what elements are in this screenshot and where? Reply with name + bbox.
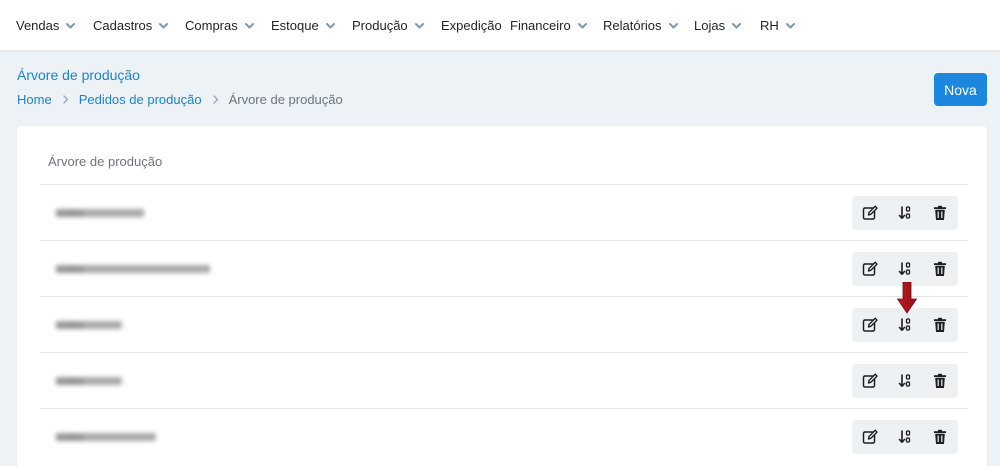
chevron-down-icon bbox=[668, 20, 679, 31]
nav-item-label: Lojas bbox=[694, 17, 726, 33]
edit-button[interactable] bbox=[853, 252, 887, 286]
nav-item-label: Expedição bbox=[441, 17, 502, 33]
edit-button[interactable] bbox=[853, 308, 887, 342]
sort-icon bbox=[898, 429, 912, 445]
chevron-right-icon bbox=[211, 94, 220, 105]
trash-icon bbox=[933, 317, 947, 333]
delete-button[interactable] bbox=[923, 308, 957, 342]
nav-item-compras[interactable]: Compras bbox=[185, 15, 255, 35]
production-tree-card: Árvore de produção redacted redacted red… bbox=[17, 126, 987, 466]
redacted-item-name[interactable]: redacted bbox=[56, 209, 144, 217]
sort-button[interactable] bbox=[888, 196, 922, 230]
table-column-header: Árvore de produção bbox=[48, 154, 163, 169]
annotation-arrow-icon bbox=[896, 281, 918, 314]
sort-icon bbox=[898, 205, 912, 221]
chevron-down-icon bbox=[325, 20, 336, 31]
table-row: redacted bbox=[40, 353, 968, 409]
sort-icon bbox=[898, 317, 912, 333]
nav-item-relatorios[interactable]: Relatórios bbox=[603, 15, 679, 35]
trash-icon bbox=[933, 205, 947, 221]
trash-icon bbox=[933, 261, 947, 277]
nav-item-financeiro[interactable]: Financeiro bbox=[510, 15, 588, 35]
redacted-item-name[interactable]: redacted bbox=[56, 377, 122, 385]
delete-button[interactable] bbox=[923, 364, 957, 398]
nav-item-estoque[interactable]: Estoque bbox=[271, 15, 336, 35]
chevron-down-icon bbox=[414, 20, 425, 31]
row-actions bbox=[852, 420, 958, 454]
nav-item-label: Cadastros bbox=[93, 17, 153, 33]
edit-icon bbox=[862, 261, 878, 277]
nav-item-label: Relatórios bbox=[603, 17, 662, 33]
edit-icon bbox=[862, 317, 878, 333]
chevron-down-icon bbox=[785, 20, 796, 31]
table-row: redacted bbox=[40, 241, 968, 297]
sort-button[interactable] bbox=[888, 420, 922, 454]
chevron-down-icon bbox=[65, 20, 76, 31]
nav-item-label: Vendas bbox=[16, 17, 60, 33]
table-row: redacted bbox=[40, 185, 968, 241]
chevron-down-icon bbox=[731, 20, 742, 31]
edit-icon bbox=[862, 205, 878, 221]
nav-item-cadastros[interactable]: Cadastros bbox=[93, 15, 169, 35]
sort-icon bbox=[898, 261, 912, 277]
chevron-right-icon bbox=[61, 94, 70, 105]
chevron-down-icon bbox=[244, 20, 255, 31]
nav-item-label: Produção bbox=[352, 17, 408, 33]
new-button[interactable]: Nova bbox=[934, 73, 987, 106]
row-actions bbox=[852, 252, 958, 286]
nav-item-lojas[interactable]: Lojas bbox=[694, 15, 742, 35]
chevron-down-icon bbox=[577, 20, 588, 31]
chevron-down-icon bbox=[158, 20, 169, 31]
delete-button[interactable] bbox=[923, 252, 957, 286]
edit-icon bbox=[862, 429, 878, 445]
page-title: Árvore de produção bbox=[17, 67, 140, 83]
breadcrumb-current: Árvore de produção bbox=[228, 91, 343, 107]
nav-item-label: Compras bbox=[185, 17, 238, 33]
nav-item-label: RH bbox=[760, 17, 779, 33]
delete-button[interactable] bbox=[923, 420, 957, 454]
sort-button[interactable] bbox=[888, 252, 922, 286]
breadcrumb: Home Pedidos de produção Árvore de produ… bbox=[17, 90, 343, 108]
nav-item-label: Financeiro bbox=[510, 17, 571, 33]
trash-icon bbox=[933, 429, 947, 445]
redacted-item-name[interactable]: redacted bbox=[56, 321, 122, 329]
breadcrumb-home-link[interactable]: Home bbox=[17, 92, 52, 107]
sort-icon bbox=[898, 373, 912, 389]
table-row: redacted bbox=[40, 409, 968, 465]
redacted-item-name[interactable]: redacted bbox=[56, 433, 156, 441]
trash-icon bbox=[933, 373, 947, 389]
nav-item-producao[interactable]: Produção bbox=[352, 15, 425, 35]
row-actions bbox=[852, 364, 958, 398]
sort-button[interactable] bbox=[888, 364, 922, 398]
nav-item-expedicao[interactable]: Expedição bbox=[441, 15, 502, 35]
edit-button[interactable] bbox=[853, 420, 887, 454]
nav-item-label: Estoque bbox=[271, 17, 319, 33]
edit-button[interactable] bbox=[853, 364, 887, 398]
edit-button[interactable] bbox=[853, 196, 887, 230]
delete-button[interactable] bbox=[923, 196, 957, 230]
table-row: redacted bbox=[40, 297, 968, 353]
nav-item-rh[interactable]: RH bbox=[760, 15, 796, 35]
breadcrumb-parent-link[interactable]: Pedidos de produção bbox=[79, 92, 202, 107]
edit-icon bbox=[862, 373, 878, 389]
top-navigation-bar: Vendas Cadastros Compras Estoque Produçã… bbox=[0, 0, 1000, 50]
redacted-item-name[interactable]: redacted bbox=[56, 265, 210, 273]
row-actions bbox=[852, 196, 958, 230]
nav-item-vendas[interactable]: Vendas bbox=[16, 15, 76, 35]
